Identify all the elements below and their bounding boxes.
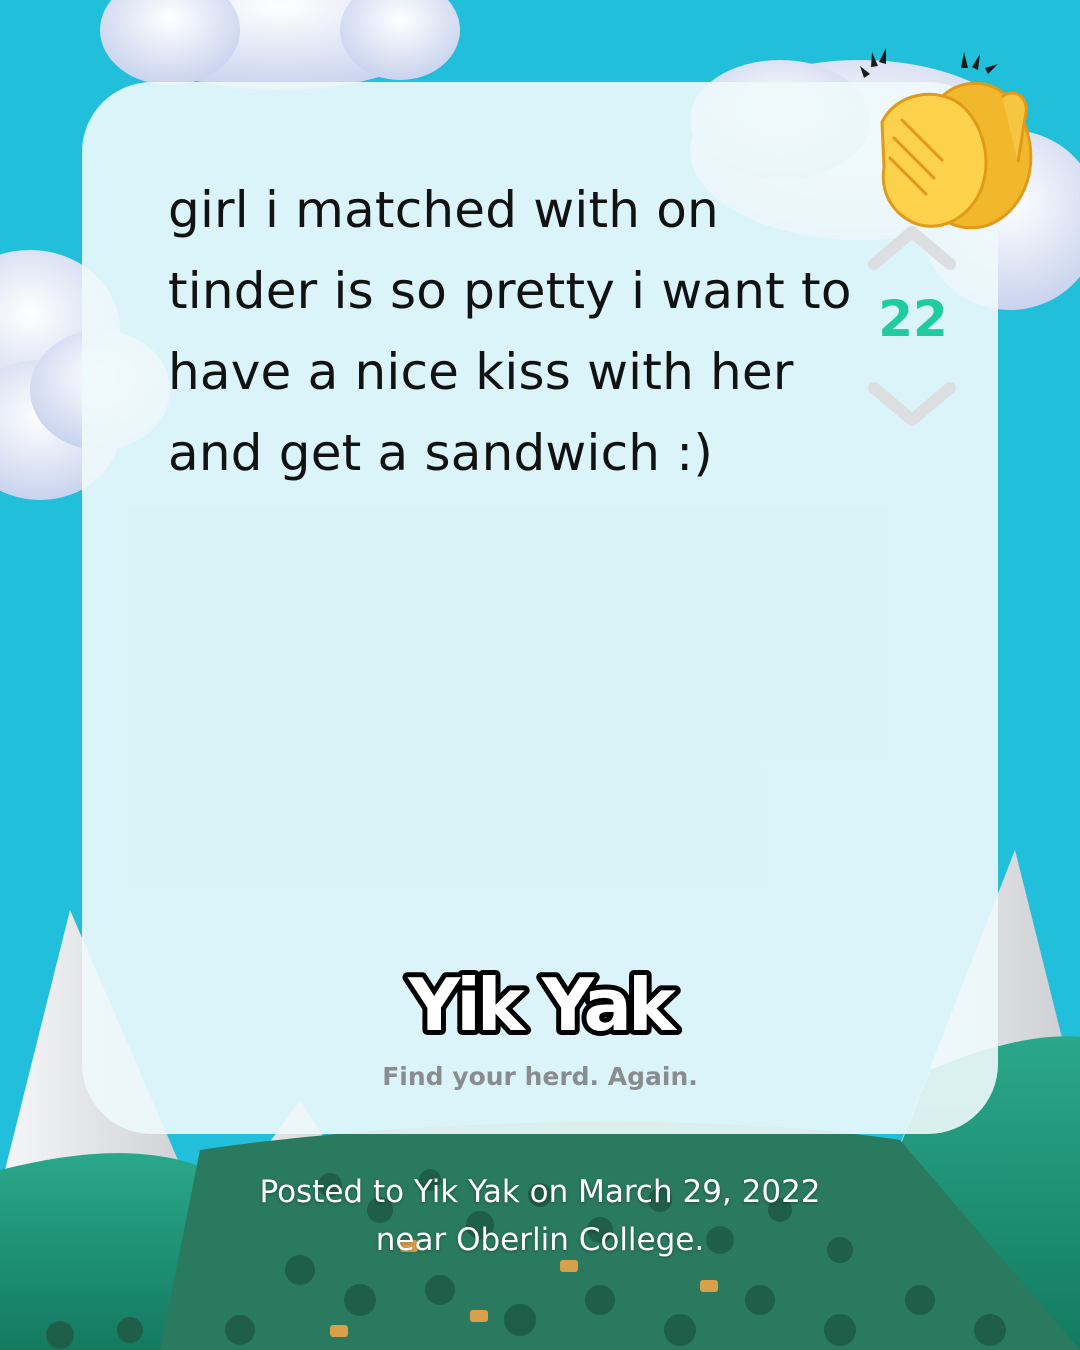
tagline: Find your herd. Again. [382, 1062, 698, 1091]
clapping-hands-emoji [842, 42, 1052, 242]
yik-yak-logo: Yik Yak [82, 948, 998, 1058]
vote-count: 22 [878, 290, 948, 348]
caption-line-1: Posted to Yik Yak on March 29, 2022 [259, 1174, 821, 1210]
cloud-top [100, 0, 460, 90]
caption-line-2: near Oberlin College. [375, 1222, 705, 1258]
clap-icon [860, 48, 1033, 230]
logo-wordmark: Yik Yak [402, 958, 687, 1052]
vote-widget: 22 [860, 222, 970, 442]
svg-text:Yik Yak: Yik Yak [407, 963, 678, 1047]
chevron-down-icon [868, 382, 956, 426]
post-text: girl i matched with on tinder is so pret… [168, 181, 852, 482]
post-caption: Posted to Yik Yak on March 29, 2022 near… [0, 1168, 1080, 1264]
downvote-button[interactable] [868, 382, 956, 430]
